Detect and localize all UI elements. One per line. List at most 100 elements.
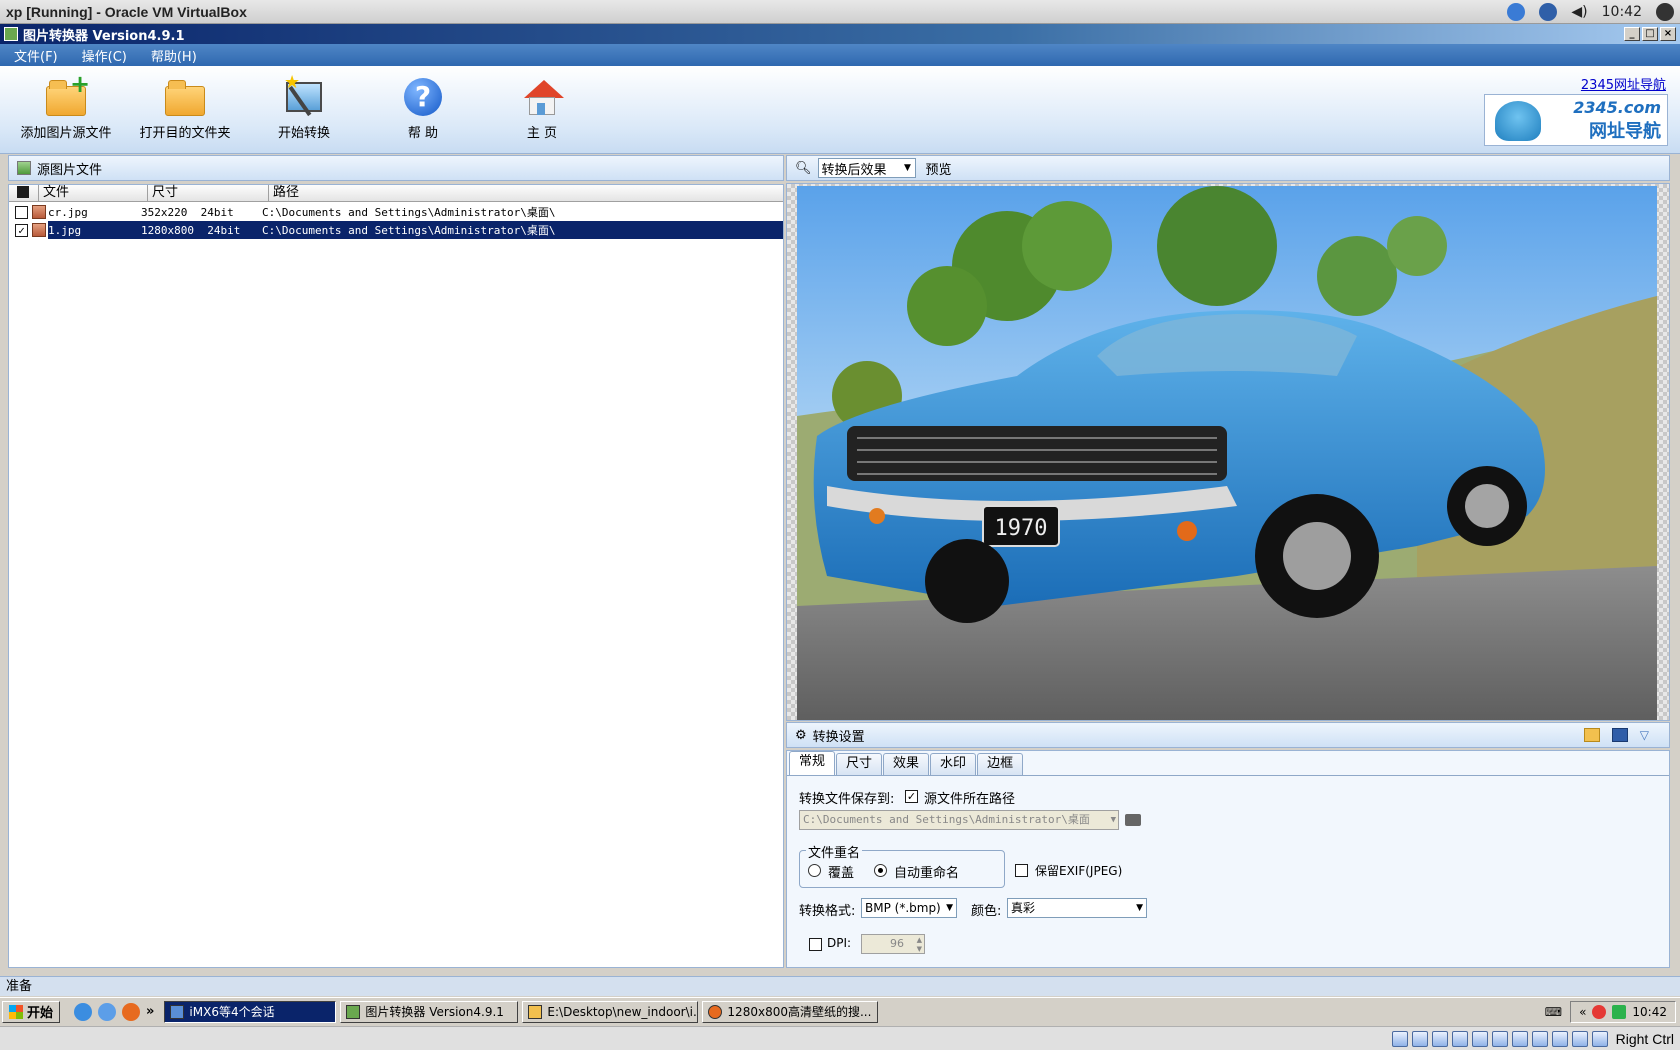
image-icon	[17, 161, 31, 175]
wechat-icon[interactable]	[1612, 1004, 1627, 1019]
row-size: 352x220 24bit	[141, 205, 234, 219]
spin-up-icon[interactable]: ▲	[917, 936, 922, 944]
spin-down-icon[interactable]: ▼	[917, 945, 922, 953]
keep-exif-checkbox[interactable]	[1015, 864, 1028, 877]
open-dest-label: 打开目的文件夹	[139, 126, 231, 141]
jpg-file-icon	[32, 223, 46, 237]
start-button[interactable]: 开始	[2, 1000, 61, 1023]
tab-size[interactable]: 尺寸	[836, 753, 883, 775]
apple-menu-icon[interactable]	[1656, 2, 1674, 21]
volume-icon[interactable]: ◀)	[1571, 4, 1587, 20]
audio-icon[interactable]	[1431, 1030, 1448, 1047]
open-settings-icon[interactable]	[1583, 728, 1600, 742]
task-session[interactable]: iMX6等4个会话	[164, 1000, 337, 1023]
browser-icon[interactable]	[98, 1002, 117, 1021]
mouse-integration-icon[interactable]	[1571, 1030, 1588, 1047]
tray-expand-icon[interactable]: «	[1579, 1005, 1586, 1019]
preview-area: 1970	[786, 183, 1670, 721]
more-chevron-icon[interactable]: »	[146, 1004, 154, 1019]
source-path-option-label: 源文件所在路径	[924, 792, 1016, 807]
source-panel-title: 源图片文件	[37, 162, 103, 178]
color-select[interactable]: 真彩 ▼	[1007, 898, 1147, 918]
task-label: 1280x800高清壁纸的搜...	[727, 1005, 872, 1019]
preview-mode-select[interactable]: 转换后效果 ▼	[817, 158, 916, 178]
start-convert-button[interactable]: ★ 开始转换	[244, 72, 364, 150]
keyboard-icon[interactable]: ⌨	[1545, 1005, 1562, 1019]
settings-panel: 常规 尺寸 效果 水印 边框 转换文件保存到: ✓ 源文件所在路径 C:\Doc…	[786, 750, 1670, 968]
rename-group: 文件重名 覆盖 自动重命名	[799, 842, 1005, 888]
open-dest-folder-button[interactable]: 打开目的文件夹	[125, 78, 245, 150]
video-capture-icon[interactable]	[1531, 1030, 1548, 1047]
format-select[interactable]: BMP (*.bmp) ▼	[861, 898, 957, 918]
host-top-bar: xp [Running] - Oracle VM VirtualBox ◀) 1…	[0, 0, 1680, 24]
ie-icon[interactable]	[74, 1002, 93, 1021]
tab-watermark[interactable]: 水印	[930, 753, 977, 775]
keyboard-layout-icon[interactable]	[1539, 2, 1558, 21]
preview-header: 🔍︎ 转换后效果 ▼ 预览	[786, 155, 1670, 181]
dest-path-combo[interactable]: C:\Documents and Settings\Administrator\…	[799, 810, 1119, 830]
firefox-icon[interactable]	[122, 1002, 141, 1021]
overwrite-radio[interactable]	[808, 864, 821, 877]
host-clock[interactable]: 10:42	[1602, 4, 1642, 20]
table-row[interactable]: ✓ 1.jpg 1280x800 24bit C:\Documents and …	[9, 221, 783, 239]
column-file[interactable]: 文件	[39, 185, 148, 201]
color-value: 真彩	[1011, 901, 1036, 915]
dpi-checkbox[interactable]	[809, 938, 822, 951]
maximize-button[interactable]: □	[1642, 27, 1658, 41]
task-image-converter[interactable]: 图片转换器 Version4.9.1	[340, 1000, 519, 1023]
system-tray: « 10:42	[1570, 1000, 1676, 1023]
qq-icon[interactable]	[1592, 1004, 1607, 1019]
auto-rename-radio[interactable]	[874, 864, 887, 877]
usb-icon[interactable]	[1471, 1030, 1488, 1047]
row-path: C:\Documents and Settings\Administrator\…	[262, 206, 556, 219]
tab-effect[interactable]: 效果	[883, 753, 930, 775]
sync-icon[interactable]	[1507, 2, 1526, 21]
start-label: 开始	[27, 1006, 54, 1021]
folder-icon	[528, 1004, 543, 1019]
source-path-checkbox[interactable]: ✓	[905, 790, 918, 803]
column-size[interactable]: 尺寸	[148, 185, 269, 201]
ad-banner[interactable]: 2345.com 网址导航	[1484, 94, 1668, 146]
column-path[interactable]: 路径	[269, 185, 783, 201]
network-icon[interactable]	[1451, 1030, 1468, 1047]
browse-folder-icon[interactable]	[1125, 814, 1141, 826]
add-source-button[interactable]: + 添加图片源文件	[6, 72, 126, 150]
quick-launch: »	[74, 1002, 154, 1021]
preview-image: 1970	[797, 186, 1657, 720]
help-button[interactable]: ? 帮 助	[363, 78, 483, 150]
tab-border[interactable]: 边框	[977, 753, 1024, 775]
home-button[interactable]: 主 页	[482, 78, 602, 150]
row-checkbox[interactable]: ✓	[15, 223, 28, 237]
taskbar: 开始 » iMX6等4个会话 图片转换器 Version4.9.1 E:\Des…	[0, 997, 1680, 1025]
cpu-icon[interactable]	[1551, 1030, 1568, 1047]
minimize-button[interactable]: _	[1624, 27, 1640, 41]
nav-site-link[interactable]: 2345网址导航	[1581, 74, 1666, 93]
close-button[interactable]: ×	[1660, 27, 1676, 41]
hard-disk-icon[interactable]	[1391, 1030, 1408, 1047]
collapse-chevron-icon[interactable]: ▽	[1640, 728, 1649, 742]
source-file-list[interactable]: 文件 尺寸 路径 cr.jpg 352x220 24bit C:\Documen…	[8, 184, 784, 968]
task-explorer[interactable]: E:\Desktop\new_indoor\i...	[522, 1000, 699, 1023]
list-header: 文件 尺寸 路径	[9, 185, 783, 202]
add-source-label: 添加图片源文件	[20, 126, 112, 141]
save-settings-icon[interactable]	[1611, 728, 1628, 742]
tab-general[interactable]: 常规	[789, 751, 836, 775]
shared-folder-icon[interactable]	[1491, 1030, 1508, 1047]
tray-clock[interactable]: 10:42	[1632, 1005, 1667, 1019]
windows-logo-icon	[9, 1004, 23, 1019]
task-firefox[interactable]: 1280x800高清壁纸的搜...	[702, 1000, 879, 1023]
octopus-logo-icon	[1495, 101, 1541, 141]
menu-help[interactable]: 帮助(H)	[143, 46, 205, 65]
row-checkbox[interactable]	[15, 205, 28, 219]
preview-label: 预览	[925, 162, 952, 178]
select-all-column[interactable]	[9, 185, 39, 201]
table-row[interactable]: cr.jpg 352x220 24bit C:\Documents and Se…	[9, 203, 783, 221]
keyboard-capture-icon[interactable]	[1591, 1030, 1608, 1047]
auto-rename-label: 自动重命名	[894, 866, 960, 881]
display-icon[interactable]	[1511, 1030, 1528, 1047]
overwrite-label: 覆盖	[828, 866, 855, 881]
optical-drive-icon[interactable]	[1411, 1030, 1428, 1047]
menu-file[interactable]: 文件(F)	[6, 46, 66, 65]
dpi-spinner[interactable]: 96 ▲ ▼	[861, 934, 925, 954]
menu-operate[interactable]: 操作(C)	[74, 46, 135, 65]
